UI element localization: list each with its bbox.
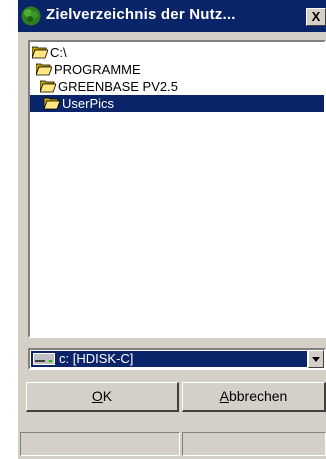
cancel-accel: A (219, 388, 229, 404)
folder-item-label: GREENBASE PV2.5 (58, 79, 178, 94)
drive-select-label: c: [HDISK-C] (59, 351, 134, 366)
ok-button[interactable]: OK (26, 382, 179, 412)
drive-select[interactable]: c: [HDISK-C] (28, 348, 326, 370)
window-title: Zielverzeichnis der Nutz... (46, 6, 236, 23)
drive-select-value: c: [HDISK-C] (31, 351, 307, 367)
close-button[interactable]: X (306, 8, 326, 26)
cancel-label-rest: bbrechen (228, 388, 288, 404)
open-folder-icon (44, 97, 60, 110)
cancel-button[interactable]: Abbrechen (182, 382, 326, 412)
ok-accel: O (91, 388, 103, 404)
folder-item-label: PROGRAMME (54, 62, 141, 77)
dialog-window: Zielverzeichnis der Nutz... X C:\ PROGRA… (18, 0, 326, 459)
open-folder-icon (32, 46, 48, 59)
hard-drive-icon (33, 353, 55, 365)
folder-list[interactable]: C:\ PROGRAMME GREENBASE PV2.5 UserPics (28, 40, 326, 338)
drive-dropdown-button[interactable] (308, 350, 324, 368)
chevron-down-icon (312, 357, 320, 362)
ok-label-rest: K (102, 388, 113, 404)
folder-item-label: C:\ (50, 45, 67, 60)
title-bar[interactable]: Zielverzeichnis der Nutz... X (18, 0, 326, 32)
folder-item-label: UserPics (62, 96, 115, 111)
status-panel-left (20, 432, 180, 456)
open-folder-icon (40, 80, 56, 93)
close-icon: X (311, 9, 321, 24)
open-folder-icon (36, 63, 52, 76)
tree-icon (21, 6, 41, 26)
folder-item-userpics[interactable]: UserPics (30, 95, 324, 112)
status-panel-right (182, 432, 326, 456)
